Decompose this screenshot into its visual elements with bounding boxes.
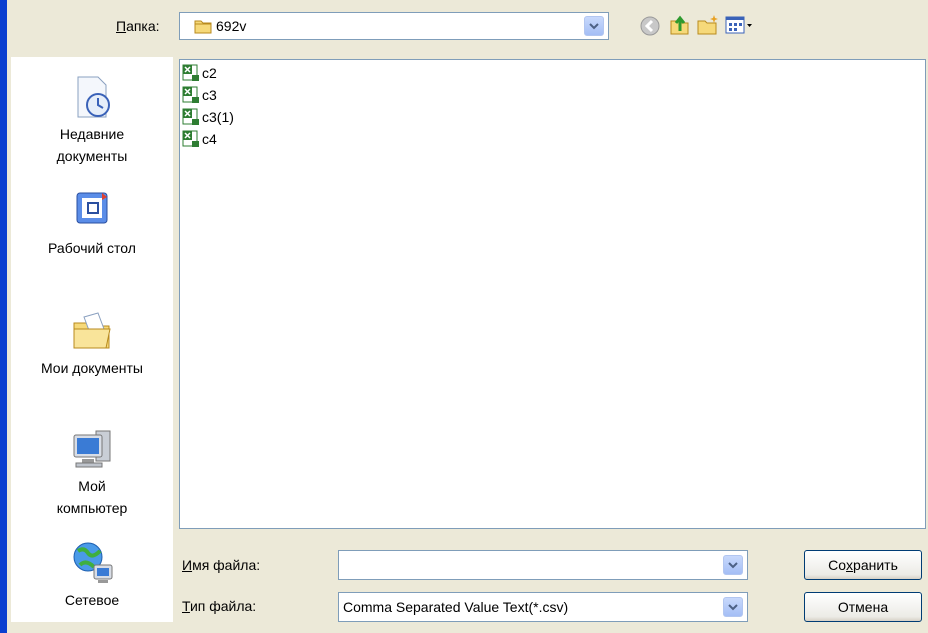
file-name: c3 [202, 87, 217, 103]
place-label: Мои документы [40, 360, 143, 376]
excel-file-icon [182, 64, 199, 81]
recent-documents-icon [77, 76, 110, 118]
filename-input[interactable] [338, 550, 748, 580]
chevron-down-icon [589, 23, 599, 30]
cancel-button[interactable]: Отмена [804, 592, 922, 622]
folder-label: Папка: [116, 18, 160, 34]
place-my-documents[interactable]: Мои документы [11, 307, 173, 379]
folder-combo[interactable]: 692v [179, 12, 609, 40]
place-label: Сетевое [64, 592, 120, 608]
filename-dropdown-button[interactable] [723, 555, 743, 575]
folder-value: 692v [216, 18, 247, 34]
file-name: c4 [202, 131, 217, 147]
chevron-down-icon [728, 604, 738, 611]
file-item[interactable]: c4 [182, 128, 217, 150]
filetype-select[interactable]: Comma Separated Value Text(*.csv) [338, 592, 748, 622]
save-button[interactable]: Со х ранить [804, 550, 922, 580]
place-network[interactable]: Сетевое [11, 539, 173, 611]
folder-icon [194, 18, 212, 37]
place-label: Рабочий стол [48, 240, 136, 256]
file-name: c2 [202, 65, 217, 81]
file-list[interactable]: c2 c3 c3(1) c4 [179, 59, 926, 529]
filetype-label: Тип файла: [182, 598, 257, 614]
place-label: Недавние документы [56, 126, 128, 164]
file-name: c3(1) [202, 109, 234, 125]
back-icon[interactable] [638, 14, 662, 38]
excel-file-icon [182, 86, 199, 103]
my-documents-icon [73, 312, 111, 349]
filename-label: Имя файла: [182, 557, 261, 573]
place-label: Мой компьютер [56, 478, 128, 516]
chevron-down-icon [728, 562, 738, 569]
file-item[interactable]: c3 [182, 84, 217, 106]
file-item[interactable]: c3(1) [182, 106, 234, 128]
up-folder-icon[interactable] [668, 13, 692, 37]
folder-dropdown-button[interactable] [584, 16, 604, 36]
file-item[interactable]: c2 [182, 62, 217, 84]
excel-file-icon [182, 130, 199, 147]
excel-file-icon [182, 108, 199, 125]
filetype-dropdown-button[interactable] [723, 597, 743, 617]
new-folder-icon[interactable] [696, 13, 720, 37]
places-bar: Недавние документы Рабочий стол Мои доку… [11, 57, 173, 622]
desktop-icon [76, 192, 108, 224]
window-frame-edge [0, 0, 7, 633]
place-desktop[interactable]: Рабочий стол [11, 187, 173, 259]
place-recent-documents[interactable]: Недавние документы [11, 73, 173, 167]
place-my-computer[interactable]: Мой компьютер [11, 425, 173, 519]
network-icon [73, 542, 113, 583]
my-computer-icon [73, 430, 111, 468]
filetype-value: Comma Separated Value Text(*.csv) [343, 599, 569, 615]
view-menu-icon[interactable] [724, 13, 754, 37]
